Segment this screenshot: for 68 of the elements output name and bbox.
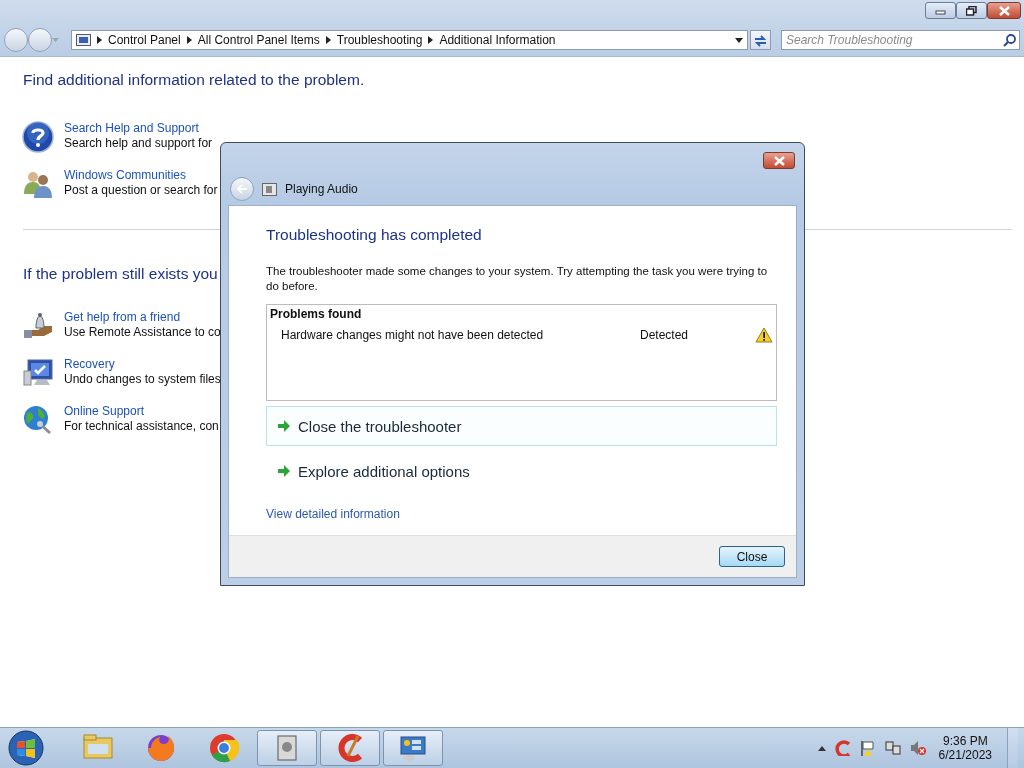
globe-icon bbox=[22, 404, 54, 436]
back-button[interactable] bbox=[230, 177, 254, 201]
option-link[interactable]: Explore additional options bbox=[266, 451, 777, 491]
forward-button[interactable] bbox=[28, 28, 52, 52]
restore-button[interactable] bbox=[956, 2, 987, 19]
flag-icon bbox=[859, 739, 876, 757]
list-header: Problems found bbox=[270, 307, 363, 321]
clock-date: 6/21/2023 bbox=[938, 748, 992, 762]
dialog-title: Playing Audio bbox=[285, 182, 358, 196]
help-link[interactable]: Windows Communities bbox=[64, 168, 187, 182]
problem-text: Hardware changes might not have been detected bbox=[281, 328, 545, 342]
monitor-icon bbox=[22, 357, 54, 389]
dialog-heading: Troubleshooting has completed bbox=[266, 226, 483, 244]
windows-logo-icon bbox=[6, 729, 46, 767]
link-description: For technical assistance, con bbox=[64, 419, 219, 433]
clock-time: 9:36 PM bbox=[942, 734, 988, 748]
page-heading: Find additional information related to the problem. bbox=[23, 71, 366, 89]
speaker-muted-icon bbox=[909, 740, 926, 756]
back-button[interactable] bbox=[4, 28, 28, 52]
refresh-icon bbox=[753, 32, 768, 48]
help-link[interactable]: Search Help and Support bbox=[64, 121, 199, 135]
problem-status: Detected bbox=[640, 328, 690, 342]
close-icon bbox=[773, 155, 785, 166]
speaker-icon bbox=[262, 182, 277, 196]
close-button[interactable] bbox=[763, 152, 795, 169]
section-heading: If the problem still exists you bbox=[23, 265, 218, 283]
start-button[interactable] bbox=[5, 729, 47, 767]
network-icon bbox=[884, 740, 901, 756]
chevron-icon bbox=[186, 36, 192, 44]
taskbar-button[interactable] bbox=[257, 730, 317, 766]
link-description: Use Remote Assistance to co bbox=[64, 325, 221, 339]
breadcrumb-item[interactable]: Troubleshooting bbox=[336, 33, 423, 47]
breadcrumb-item[interactable]: All Control Panel Items bbox=[197, 33, 320, 47]
help-link[interactable]: Recovery bbox=[64, 357, 115, 371]
search-icon bbox=[1003, 34, 1016, 47]
details-link[interactable]: View detailed information bbox=[266, 507, 400, 521]
taskbar-button[interactable] bbox=[383, 730, 443, 766]
back-arrow-icon bbox=[235, 184, 249, 194]
close-icon bbox=[998, 5, 1010, 16]
link-description: Post a question or search for bbox=[64, 183, 218, 197]
link-description: Search help and support for bbox=[64, 136, 213, 150]
breadcrumb-item[interactable]: Control Panel bbox=[108, 33, 181, 47]
refresh-button[interactable] bbox=[750, 30, 771, 50]
breadcrumb-item[interactable]: Additional Information bbox=[439, 33, 556, 47]
cleaner-icon bbox=[834, 740, 851, 756]
control-panel-icon bbox=[76, 34, 91, 46]
address-bar[interactable]: Control Panel All Control Panel Items Troubleshooting Additional Information bbox=[71, 30, 748, 50]
taskbar-button[interactable] bbox=[320, 730, 380, 766]
help-link[interactable]: Get help from a friend bbox=[64, 310, 181, 324]
close-button[interactable]: Close bbox=[719, 546, 785, 567]
search-field[interactable]: Search Troubleshooting bbox=[781, 30, 1020, 50]
help-icon bbox=[22, 121, 54, 153]
clock[interactable]: 9:36 PM 6/21/2023 bbox=[938, 734, 992, 762]
close-button[interactable] bbox=[987, 2, 1021, 19]
restore-icon bbox=[966, 5, 977, 16]
dropdown-icon bbox=[52, 38, 59, 42]
chevron-icon bbox=[325, 36, 331, 44]
dropdown-icon bbox=[735, 37, 743, 43]
arrow-icon bbox=[277, 420, 290, 432]
option-link[interactable]: Close the troubleshooter bbox=[266, 406, 777, 446]
chevron-icon bbox=[428, 36, 434, 44]
chevron-icon bbox=[97, 36, 102, 44]
arrow-icon bbox=[277, 465, 290, 477]
link-description: Undo changes to system files bbox=[64, 372, 221, 386]
message-text: The troubleshooter made some changes to your system. Try attempting the task you were trying to do before. bbox=[266, 264, 769, 294]
help-link[interactable]: Online Support bbox=[64, 404, 145, 418]
warning-icon bbox=[755, 327, 773, 343]
up-arrow-icon bbox=[817, 745, 826, 751]
